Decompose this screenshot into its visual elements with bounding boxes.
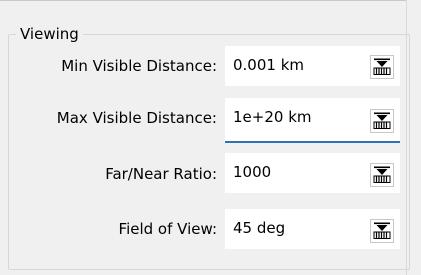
field-of-view-field[interactable]: 45 deg	[225, 209, 400, 249]
field-of-view-value[interactable]: 45 deg	[233, 218, 285, 238]
min-visible-distance-value[interactable]: 0.001 km	[233, 55, 304, 75]
max-visible-distance-label: Max Visible Distance:	[56, 109, 217, 127]
units-picker-icon	[373, 58, 391, 75]
min-visible-distance-label: Min Visible Distance:	[61, 57, 217, 75]
far-near-ratio-field[interactable]: 1000	[225, 153, 400, 193]
min-visible-distance-field[interactable]: 0.001 km	[225, 46, 400, 86]
far-near-ratio-value[interactable]: 1000	[233, 162, 271, 182]
max-visible-distance-value[interactable]: 1e+20 km	[233, 107, 312, 127]
far-near-ratio-units-button[interactable]	[370, 163, 394, 187]
units-picker-icon	[373, 166, 391, 183]
units-picker-icon	[373, 112, 391, 129]
max-visible-distance-field[interactable]: 1e+20 km	[225, 98, 400, 143]
max-visible-distance-units-button[interactable]	[370, 109, 394, 133]
top-divider	[0, 0, 407, 1]
units-picker-icon	[373, 222, 391, 239]
field-of-view-label: Field of View:	[118, 220, 217, 238]
min-visible-distance-units-button[interactable]	[370, 55, 394, 79]
far-near-ratio-label: Far/Near Ratio:	[105, 165, 217, 183]
field-of-view-units-button[interactable]	[370, 219, 394, 243]
viewing-group-title: Viewing	[16, 24, 83, 44]
